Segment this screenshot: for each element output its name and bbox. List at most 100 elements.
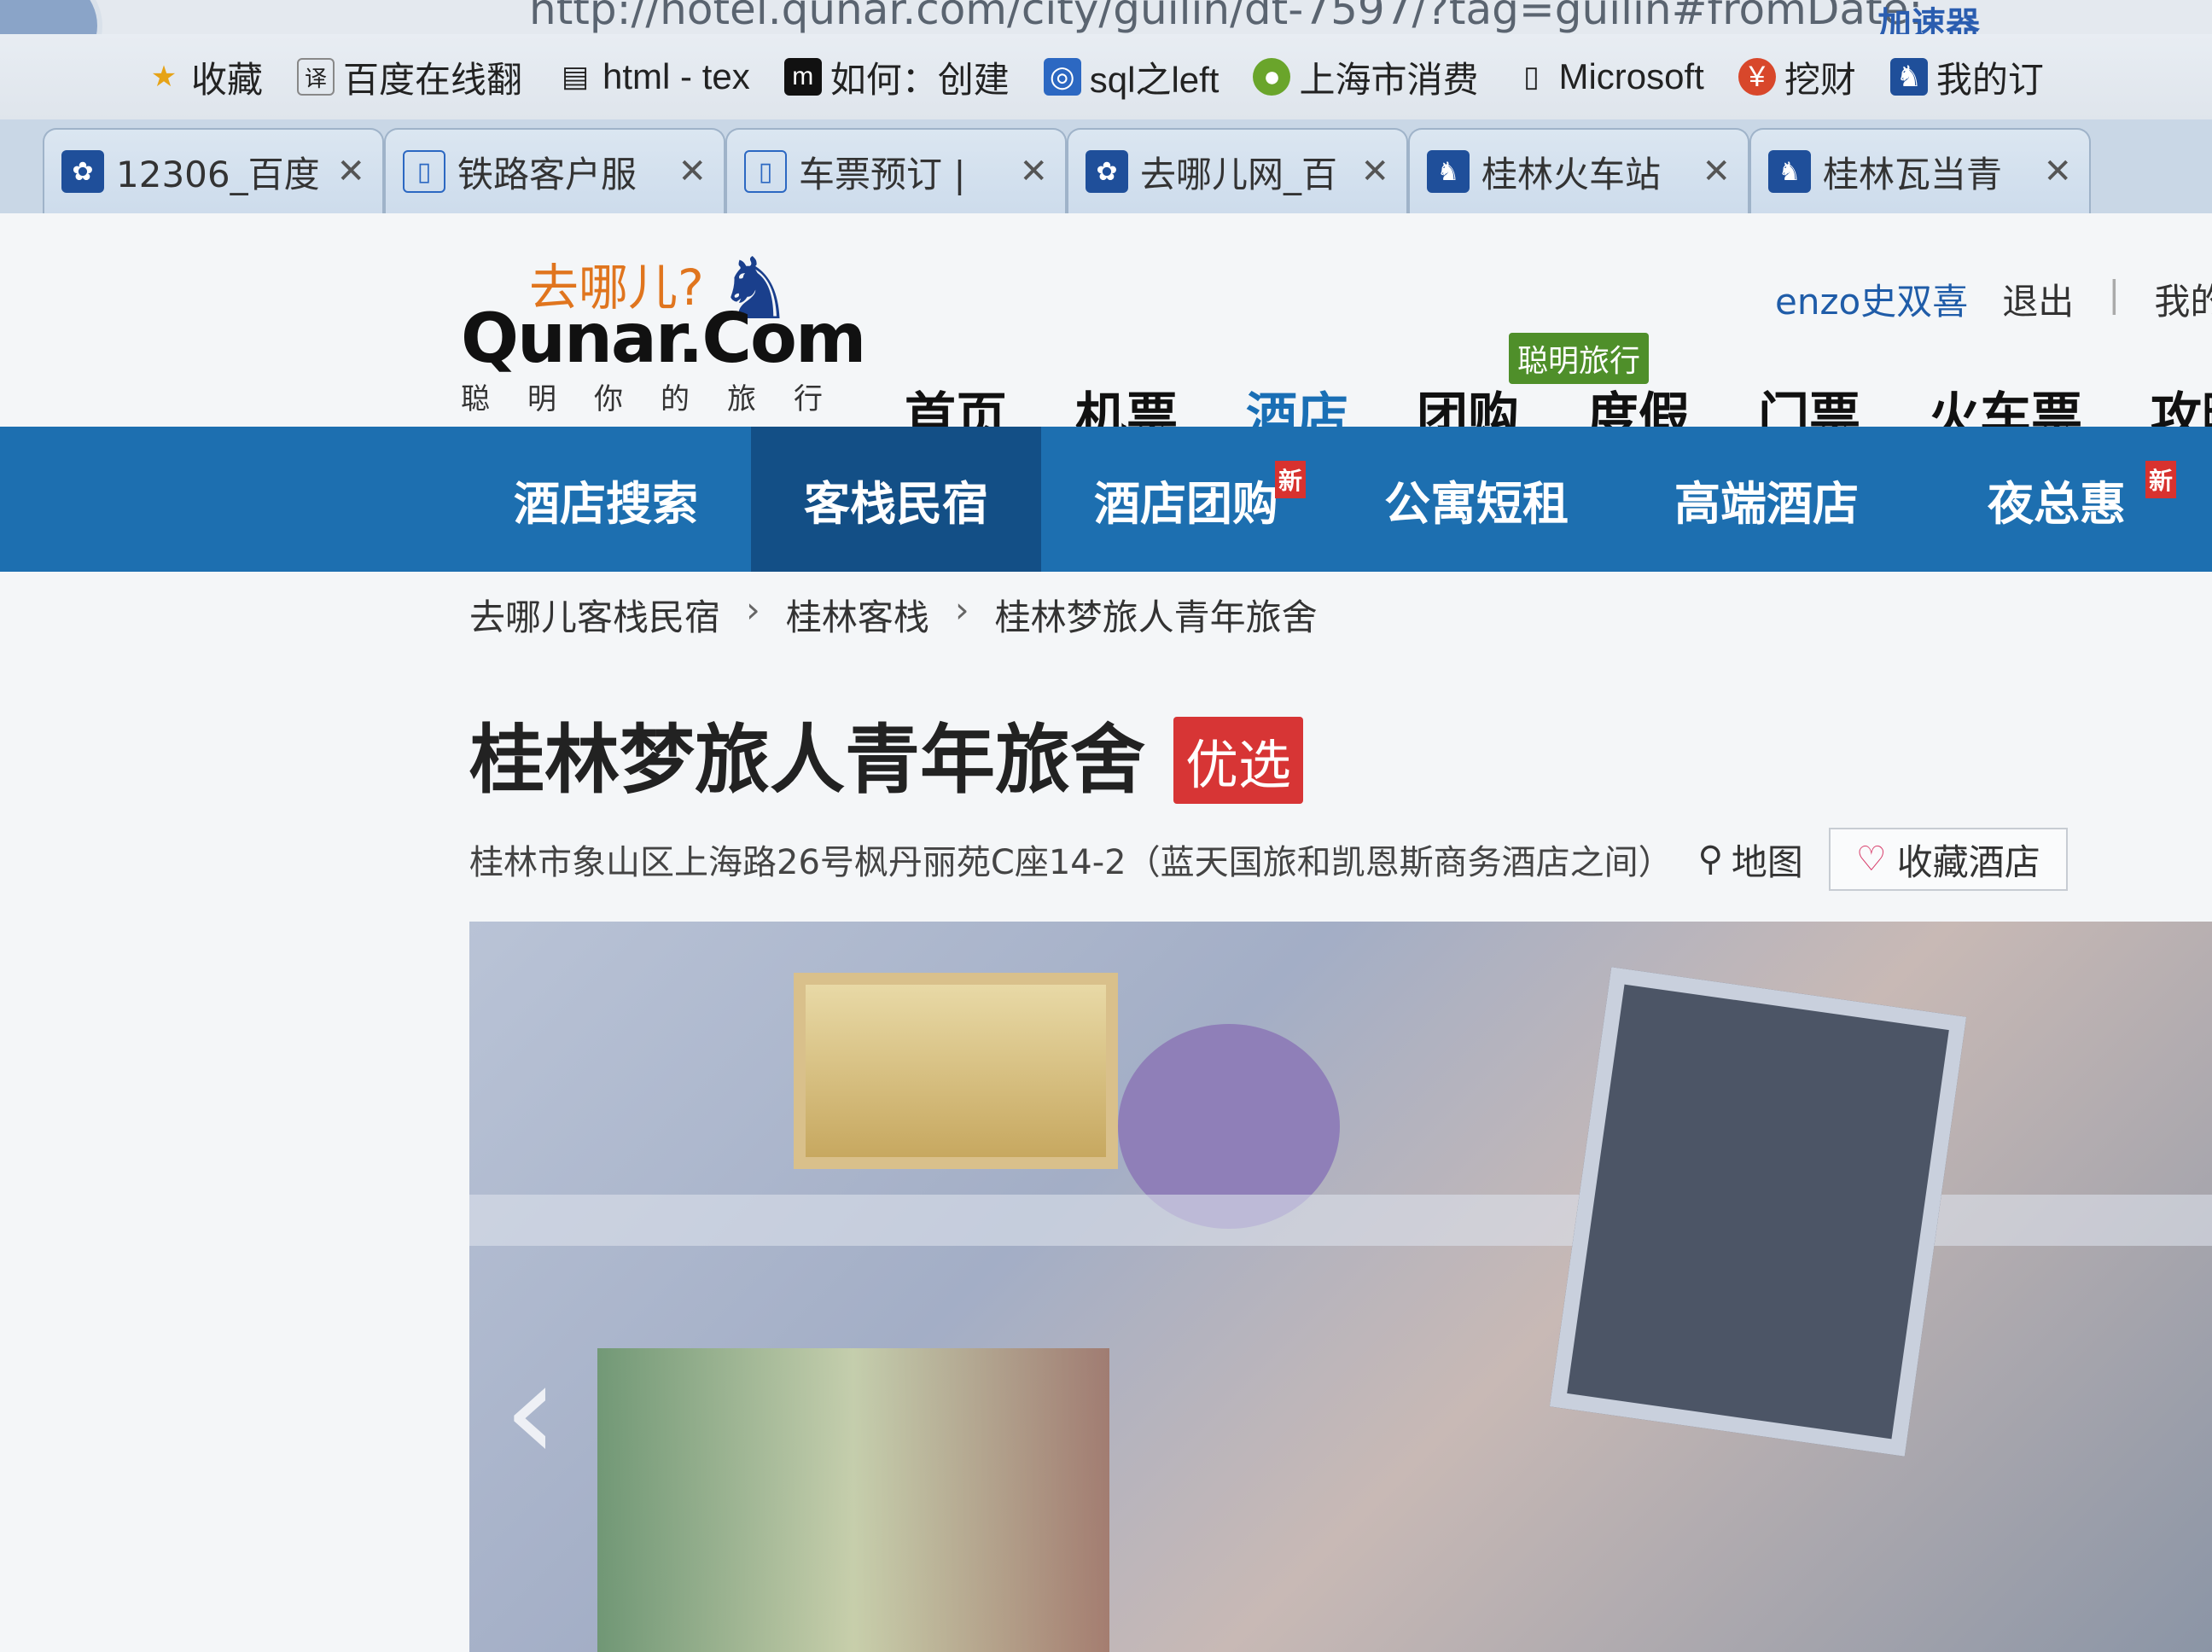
close-icon[interactable]: ✕ [678,152,707,191]
bookmark-label: Microsoft [1558,56,1704,96]
paw-icon: ✿ [61,150,104,193]
sub-nav: 酒店搜索 客栈民宿 酒店团购 新 公寓短租 高端酒店 夜总惠 新 [0,427,2212,572]
photo-shelf [469,1195,2212,1246]
bookmark-label: 挖财 [1784,59,1856,100]
breadcrumb-link[interactable]: 桂林客栈 [786,589,929,641]
bookmark-item[interactable]: ▤ html - tex [556,56,750,97]
favorite-label: 收藏酒店 [1896,841,2040,883]
page-title: 桂林梦旅人青年旅舍 [469,716,1146,804]
camel-icon: ♞ [1768,150,1811,193]
subnav-night-deals[interactable]: 夜总惠 新 [1912,427,2202,572]
page-icon: ▯ [744,150,787,193]
tab-strip: ✿ 12306_百度 ✕ ▯ 铁路客户服 ✕ ▯ 车票预订 | ✕ ✿ 去哪儿网… [0,119,2212,213]
subnav-hotel-search[interactable]: 酒店搜索 [461,427,751,572]
url-text[interactable]: http://hotel.qunar.com/city/guilin/dt-75… [529,0,1923,34]
photo-items [597,1348,1109,1652]
bookmarks-bar: ★ 收藏 译 百度在线翻 ▤ html - tex m 如何：创建 ◎ sql之… [0,34,2212,119]
bookmark-item[interactable]: m 如何：创建 [783,51,1010,103]
user-area: enzo史双喜 退出 | 我的酒店 [1775,273,2212,325]
featured-badge: 优选 [1173,717,1304,804]
hotel-address: 桂林市象山区上海路26号枫丹丽苑C座14-2（蓝天国旅和凯恩斯商务酒店之间） [469,843,1673,882]
subnav-label: 高端酒店 [1674,476,1859,531]
m-icon: m [783,58,822,96]
subnav-apartments[interactable]: 公寓短租 [1331,427,1621,572]
browser-tab[interactable]: ▯ 车票预订 | ✕ [725,128,1067,213]
subnav-hotel-group-buy[interactable]: 酒店团购 新 [1041,427,1331,572]
bookmark-item[interactable]: ¥ 挖财 [1738,51,1856,103]
chevron-right-icon: › [746,589,760,631]
bookmark-item[interactable]: ♞ 我的订 [1889,51,2044,103]
bookmark-item[interactable]: ● 上海市消费 [1253,51,1478,103]
browser-tab[interactable]: ▯ 铁路客户服 ✕ [384,128,725,213]
tab-label: 桂林瓦当青 [1823,153,2003,195]
tab-label: 12306_百度 [116,153,320,195]
map-label: 地图 [1731,841,1803,883]
logo-text: Qunar.Com [461,299,866,378]
favorite-hotel-button[interactable]: ♡ 收藏酒店 [1828,828,2068,891]
browser-tab[interactable]: ♞ 桂林瓦当青 ✕ [1749,128,2091,213]
bookmark-item[interactable]: 译 百度在线翻 [297,51,522,103]
browser-tab[interactable]: ✿ 12306_百度 ✕ [43,128,384,213]
chevron-left-icon[interactable]: ‹ [504,1331,558,1491]
close-icon[interactable]: ✕ [1019,152,1048,191]
bookmark-label: 上海市消费 [1299,59,1479,100]
hotel-photo-gallery[interactable]: ‹ [469,922,2212,1652]
page-icon: ▤ [561,61,590,93]
browser-tab[interactable]: ♞ 桂林火车站 ✕ [1408,128,1749,213]
chevron-right-icon: › [954,589,969,631]
heart-icon: ♡ [1855,840,1887,879]
map-link[interactable]: ⚲ 地图 [1698,834,1803,886]
subnav-inns[interactable]: 客栈民宿 [751,427,1041,572]
close-icon[interactable]: ✕ [2043,152,2072,191]
divider: | [2108,273,2121,315]
subnav-label: 公寓短租 [1384,476,1569,531]
bookmark-item[interactable]: ◎ sql之left [1043,51,1220,103]
subnav-label: 客栈民宿 [804,476,988,531]
map-pin-icon: ⚲ [1697,840,1723,879]
tab-label: 桂林火车站 [1481,153,1662,195]
address-row: 桂林市象山区上海路26号枫丹丽苑C座14-2（蓝天国旅和凯恩斯商务酒店之间） ⚲… [469,828,2068,891]
close-icon[interactable]: ✕ [336,152,365,191]
money-icon: ¥ [1738,58,1776,96]
bookmark-label: 百度在线翻 [343,59,523,100]
tab-label: 去哪儿网_百 [1140,153,1338,195]
bookmark-label: sql之left [1089,59,1220,100]
breadcrumb: 去哪儿客栈民宿 › 桂林客栈 › 桂林梦旅人青年旅舍 [469,589,1318,641]
bookmark-label: 如何：创建 [830,59,1010,100]
web-page: 去哪儿? ♞ Qunar.Com 聪明你的旅行 enzo史双喜 退出 | 我的酒… [0,213,2212,1652]
tab-label: 车票预订 | [799,153,966,195]
address-bar[interactable]: http://hotel.qunar.com/city/guilin/dt-75… [0,0,2212,85]
my-hotel-link[interactable]: 我的酒店 [2154,273,2212,325]
browser-tab[interactable]: ✿ 去哪儿网_百 ✕ [1067,128,1408,213]
bookmark-favorites[interactable]: ★ 收藏 [145,51,263,103]
logout-link[interactable]: 退出 [2002,273,2074,325]
close-icon[interactable]: ✕ [1702,152,1731,191]
subnav-label: 酒店搜索 [514,476,698,531]
star-icon: ★ [150,61,178,93]
new-badge: 新 [2145,461,2176,498]
shanghai-icon: ● [1253,58,1291,96]
qunar-logo[interactable]: 去哪儿? ♞ Qunar.Com 聪明你的旅行 [461,239,866,418]
photo-painting [794,973,1118,1169]
screen: http://hotel.qunar.com/city/guilin/dt-75… [0,0,2212,1652]
subnav-label: 夜总惠 [1988,476,2126,531]
new-badge: 新 [1274,461,1306,498]
subnav-label: 酒店团购 [1094,476,1278,531]
bookmark-label: html - tex [602,56,750,96]
translate-icon: 译 [297,58,335,96]
bookmark-item[interactable]: ▯ Microsoft [1512,56,1704,97]
paw-icon: ✿ [1086,150,1128,193]
bookmark-label: 我的订 [1936,59,2044,100]
page-icon: ▯ [403,150,445,193]
subnav-luxury-hotels[interactable]: 高端酒店 [1621,427,1912,572]
tab-label: 铁路客户服 [457,153,637,195]
logo-slogan: 聪明你的旅行 [461,382,860,416]
photo-monitor [1549,967,1967,1457]
user-name-link[interactable]: enzo史双喜 [1775,273,1968,325]
close-icon[interactable]: ✕ [1360,152,1389,191]
page-icon: ▯ [1523,61,1540,93]
globe-icon: ◎ [1043,58,1081,96]
breadcrumb-current: 桂林梦旅人青年旅舍 [994,596,1318,638]
bookmark-label: 收藏 [191,59,264,100]
breadcrumb-link[interactable]: 去哪儿客栈民宿 [469,589,720,641]
